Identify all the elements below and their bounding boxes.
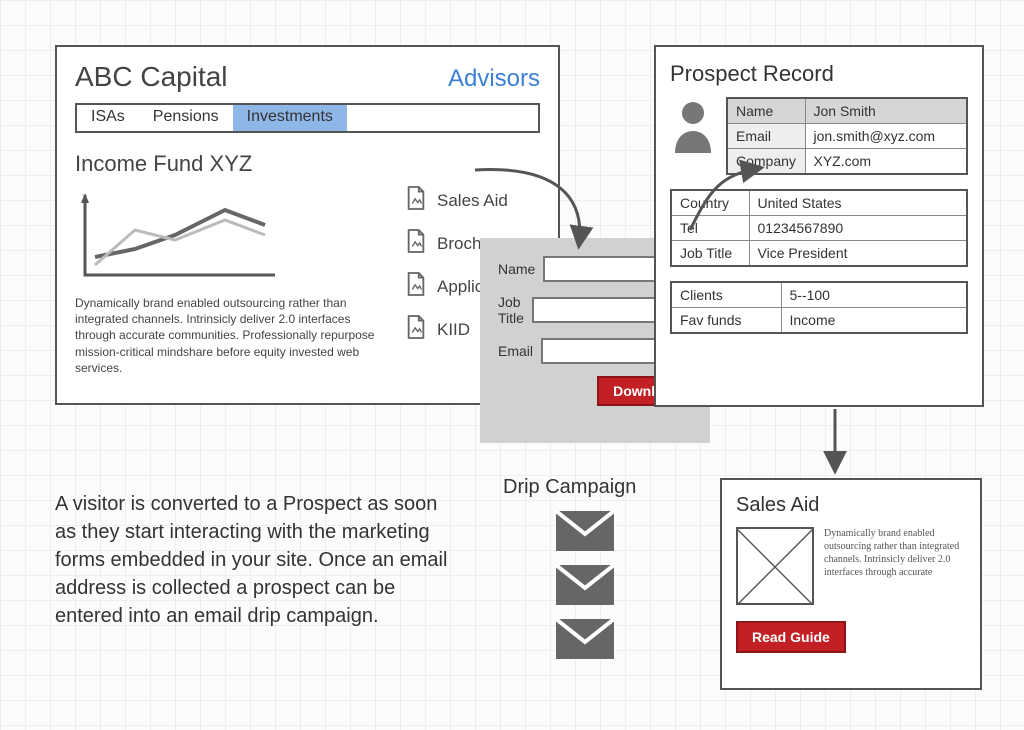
prospect-table-profile: Clients5--100 Fav fundsIncome xyxy=(670,281,968,334)
pdf-icon xyxy=(405,185,427,216)
sales-aid-description: Dynamically brand enabled outsourcing ra… xyxy=(824,527,966,605)
tab-investments[interactable]: Investments xyxy=(233,105,347,131)
field-label-email: Email xyxy=(498,343,533,359)
sales-aid-title: Sales Aid xyxy=(736,494,966,517)
prospect-table-contact: CountryUnited States Tel01234567890 Job … xyxy=(670,189,968,267)
prospect-record-panel: Prospect Record NameJon Smith Emailjon.s… xyxy=(654,45,984,407)
drip-campaign-icons xyxy=(555,510,615,660)
table-row: Tel01234567890 xyxy=(671,216,967,241)
table-row: Job TitleVice President xyxy=(671,241,967,267)
table-row: CompanyXYZ.com xyxy=(727,149,967,175)
explanatory-caption: A visitor is converted to a Prospect as … xyxy=(55,490,450,630)
envelope-icon xyxy=(555,618,615,660)
table-row: CountryUnited States xyxy=(671,190,967,216)
doc-label: KIID xyxy=(437,320,470,340)
fund-description: Dynamically brand enabled outsourcing ra… xyxy=(75,295,375,376)
table-row: NameJon Smith xyxy=(727,98,967,124)
tab-isas[interactable]: ISAs xyxy=(77,105,139,131)
pdf-icon xyxy=(405,314,427,345)
fund-title: Income Fund XYZ xyxy=(75,151,540,177)
pdf-icon xyxy=(405,271,427,302)
doc-label: Sales Aid xyxy=(437,191,508,211)
table-row: Emailjon.smith@xyz.com xyxy=(727,124,967,149)
sales-aid-panel: Sales Aid Dynamically brand enabled outs… xyxy=(720,478,982,690)
prospect-title: Prospect Record xyxy=(670,61,968,87)
envelope-icon xyxy=(555,564,615,606)
envelope-icon xyxy=(555,510,615,552)
site-title: ABC Capital xyxy=(75,61,228,93)
advisors-link[interactable]: Advisors xyxy=(448,65,540,93)
doc-sales-aid[interactable]: Sales Aid xyxy=(405,185,520,216)
pdf-icon xyxy=(405,228,427,259)
field-label-jobtitle: Job Title xyxy=(498,294,524,326)
tab-pensions[interactable]: Pensions xyxy=(139,105,233,131)
fund-chart xyxy=(75,185,285,285)
table-row: Fav fundsIncome xyxy=(671,308,967,334)
table-row: Clients5--100 xyxy=(671,282,967,308)
image-placeholder-icon xyxy=(736,527,814,605)
avatar-icon xyxy=(670,97,716,153)
field-label-name: Name xyxy=(498,261,535,277)
product-tabs: ISAs Pensions Investments xyxy=(75,103,540,133)
drip-campaign-label: Drip Campaign xyxy=(503,476,636,499)
prospect-table-identity: NameJon Smith Emailjon.smith@xyz.com Com… xyxy=(726,97,968,175)
